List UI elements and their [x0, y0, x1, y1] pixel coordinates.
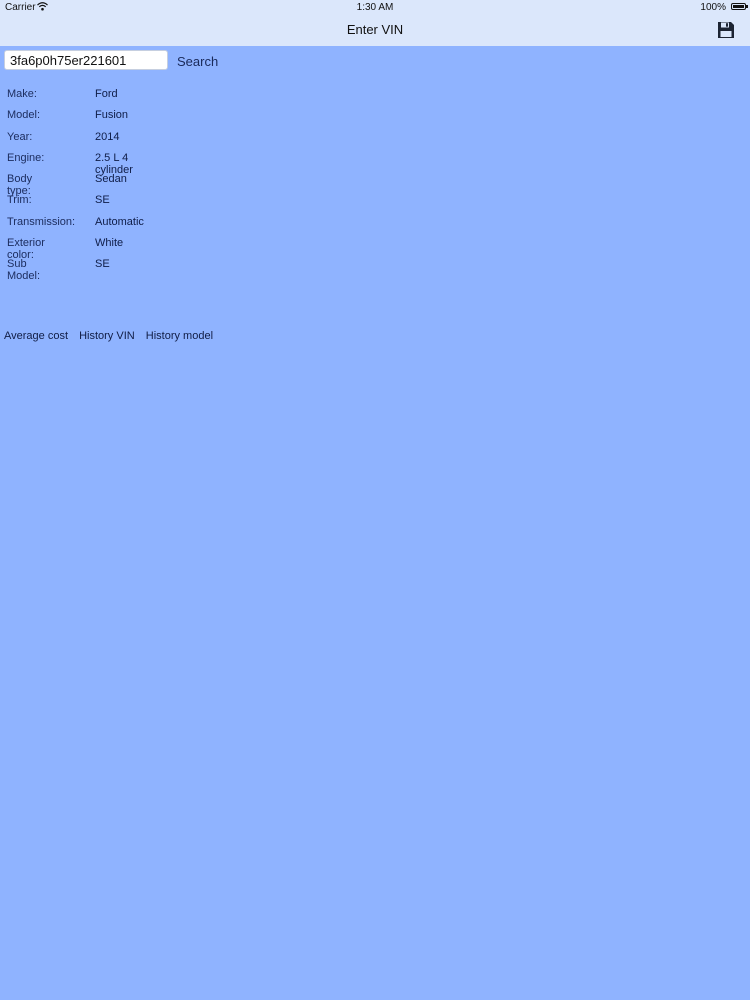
detail-value: Automatic [95, 215, 144, 228]
status-bar: Carrier 1:30 AM 100% [0, 0, 750, 16]
detail-label: Model: [7, 109, 41, 122]
detail-value: SE [95, 258, 110, 271]
detail-value: White [95, 237, 124, 250]
detail-value: Ford [95, 88, 118, 100]
detail-label: Sub Model: [7, 258, 41, 283]
page-title: Enter VIN [346, 22, 404, 37]
history-model-link[interactable]: History model [146, 330, 213, 342]
detail-value: Fusion [95, 109, 129, 122]
history-vin-link[interactable]: History VIN [79, 330, 135, 342]
detail-label: Trim: [7, 194, 32, 207]
clock: 1:30 AM [356, 2, 394, 13]
average-cost-link[interactable]: Average cost [4, 330, 68, 342]
vin-input[interactable] [4, 50, 168, 70]
action-links: Average cost History VIN History model [4, 330, 221, 342]
detail-value: SE [95, 194, 110, 207]
battery-icon [731, 3, 748, 10]
detail-label: Transmission: [7, 215, 76, 228]
floppy-disk-icon [718, 22, 734, 38]
detail-value: 2014 [95, 130, 120, 143]
detail-label: Engine: [7, 151, 45, 164]
save-button[interactable] [716, 20, 736, 40]
search-button[interactable]: Search [177, 54, 218, 69]
detail-value: Sedan [95, 173, 127, 186]
navigation-bar: Carrier 1:30 AM 100% Enter VIN [0, 0, 750, 46]
detail-label: Make: [7, 88, 37, 100]
detail-label: Year: [7, 130, 33, 143]
battery-percentage: 100% [700, 2, 726, 13]
